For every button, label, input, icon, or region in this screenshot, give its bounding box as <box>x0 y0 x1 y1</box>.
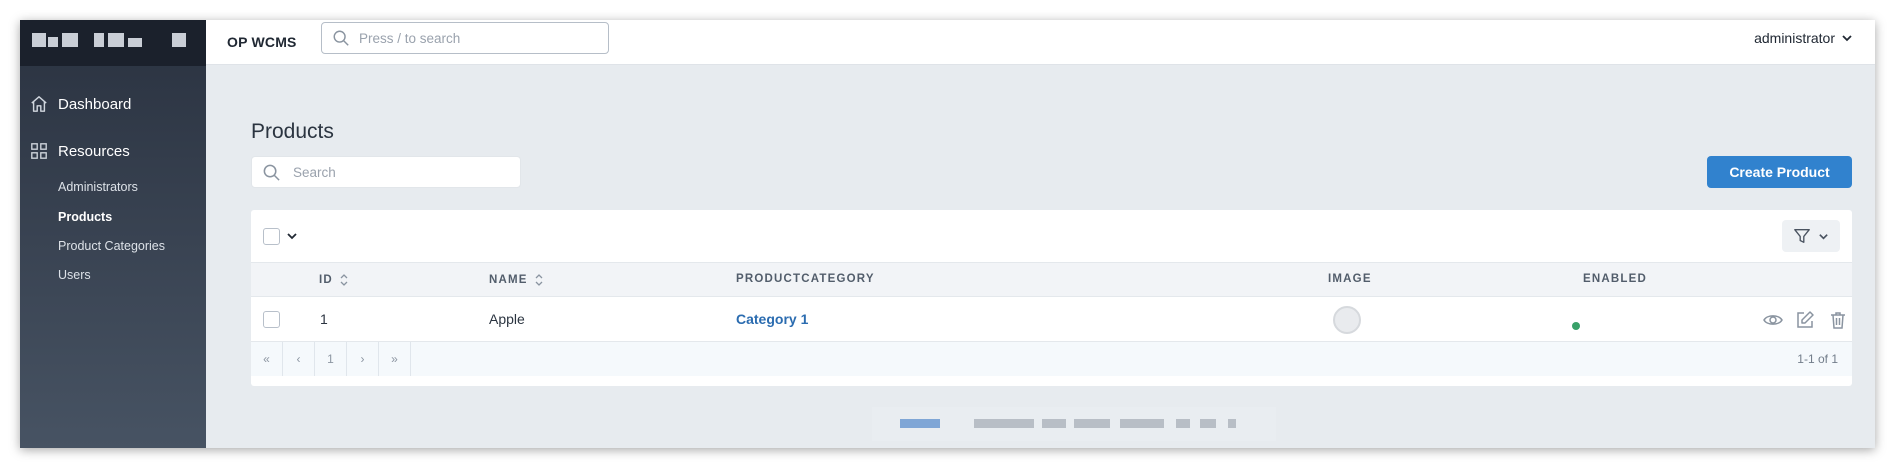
filter-button[interactable] <box>1782 220 1840 252</box>
column-header-image: IMAGE <box>1328 273 1372 285</box>
app-window: Dashboard Resources Administrators Produ… <box>20 20 1875 448</box>
footer-blur-block <box>974 419 1034 428</box>
home-icon <box>31 96 47 112</box>
enabled-status-dot <box>1572 322 1580 330</box>
pagination-first[interactable]: « <box>251 342 283 376</box>
sort-icon <box>340 274 348 286</box>
logo-block <box>32 33 46 47</box>
footer-branding <box>872 407 1276 441</box>
pagination-next[interactable]: › <box>347 342 379 376</box>
product-image-thumbnail <box>1333 306 1361 334</box>
list-search-input[interactable] <box>293 164 513 180</box>
footer-blur-block <box>1228 419 1236 428</box>
column-header-enabled: ENABLED <box>1583 273 1647 285</box>
search-icon <box>333 30 349 46</box>
global-search[interactable] <box>321 22 609 54</box>
page-title: Products <box>251 120 334 143</box>
column-label: ID <box>319 274 333 286</box>
select-all-checkbox[interactable] <box>263 228 280 245</box>
top-bar: OP WCMS administrator <box>206 20 1875 65</box>
sidebar-item-dashboard[interactable]: Dashboard <box>30 95 131 113</box>
filter-icon <box>1794 229 1810 243</box>
global-search-input[interactable] <box>359 30 579 46</box>
sidebar-item-label: Dashboard <box>58 95 132 113</box>
category-link[interactable]: Category 1 <box>736 311 808 327</box>
logo-block <box>128 38 142 47</box>
cell-name: Apple <box>489 311 525 327</box>
row-checkbox[interactable] <box>263 311 280 328</box>
table-header: ID NAME PRODUCTCATEGORY IMAGE ENABLED <box>251 263 1852 297</box>
app-title[interactable]: OP WCMS <box>227 34 297 50</box>
pagination-page-1[interactable]: 1 <box>315 342 347 376</box>
logo-block <box>108 33 124 47</box>
footer-blur-block <box>1200 419 1216 428</box>
logo-block <box>172 33 186 47</box>
sidebar-item-products[interactable]: Products <box>58 210 112 224</box>
column-header-name[interactable]: NAME <box>489 273 544 287</box>
footer-blur-block <box>900 419 940 428</box>
chevron-down-icon <box>1842 35 1852 42</box>
list-search[interactable] <box>251 156 521 188</box>
bulk-toolbar <box>251 210 1852 263</box>
footer-blur-block <box>1176 419 1190 428</box>
sidebar-item-users[interactable]: Users <box>58 268 91 282</box>
footer-blur-block <box>1120 419 1164 428</box>
trash-icon[interactable] <box>1828 310 1848 330</box>
sidebar-item-label: Resources <box>58 142 130 160</box>
pagination-bar: « ‹ 1 › » 1-1 of 1 <box>251 342 1852 376</box>
create-product-button[interactable]: Create Product <box>1707 156 1852 188</box>
cell-id: 1 <box>320 311 328 327</box>
search-icon <box>263 164 280 181</box>
footer-blur-block <box>1074 419 1110 428</box>
logo-block <box>48 37 58 47</box>
chevron-down-icon[interactable] <box>286 230 298 242</box>
table-row[interactable]: 1 Apple Category 1 <box>251 297 1852 342</box>
column-label: NAME <box>489 274 528 286</box>
chevron-down-icon <box>1819 234 1828 240</box>
sort-icon <box>535 274 543 286</box>
eye-icon[interactable] <box>1763 310 1783 330</box>
logo-block <box>94 33 104 47</box>
user-menu[interactable]: administrator <box>1754 30 1853 46</box>
footer-blur-block <box>1042 419 1066 428</box>
grid-icon <box>31 143 47 159</box>
user-name: administrator <box>1754 30 1835 46</box>
pagination-count: 1-1 of 1 <box>1797 352 1838 366</box>
logo-block <box>62 33 78 47</box>
sidebar-item-administrators[interactable]: Administrators <box>58 180 138 194</box>
pagination-last[interactable]: » <box>379 342 411 376</box>
sidebar-item-product-categories[interactable]: Product Categories <box>58 239 165 253</box>
column-header-id[interactable]: ID <box>319 273 349 287</box>
column-header-productcategory: PRODUCTCATEGORY <box>736 273 875 285</box>
pagination-prev[interactable]: ‹ <box>283 342 315 376</box>
edit-icon[interactable] <box>1795 310 1815 330</box>
brand-logo[interactable] <box>20 20 206 66</box>
sidebar-item-resources[interactable]: Resources <box>30 142 130 160</box>
products-table-card: ID NAME PRODUCTCATEGORY IMAGE ENABLED 1 … <box>251 210 1852 386</box>
sidebar: Dashboard Resources Administrators Produ… <box>20 20 206 448</box>
